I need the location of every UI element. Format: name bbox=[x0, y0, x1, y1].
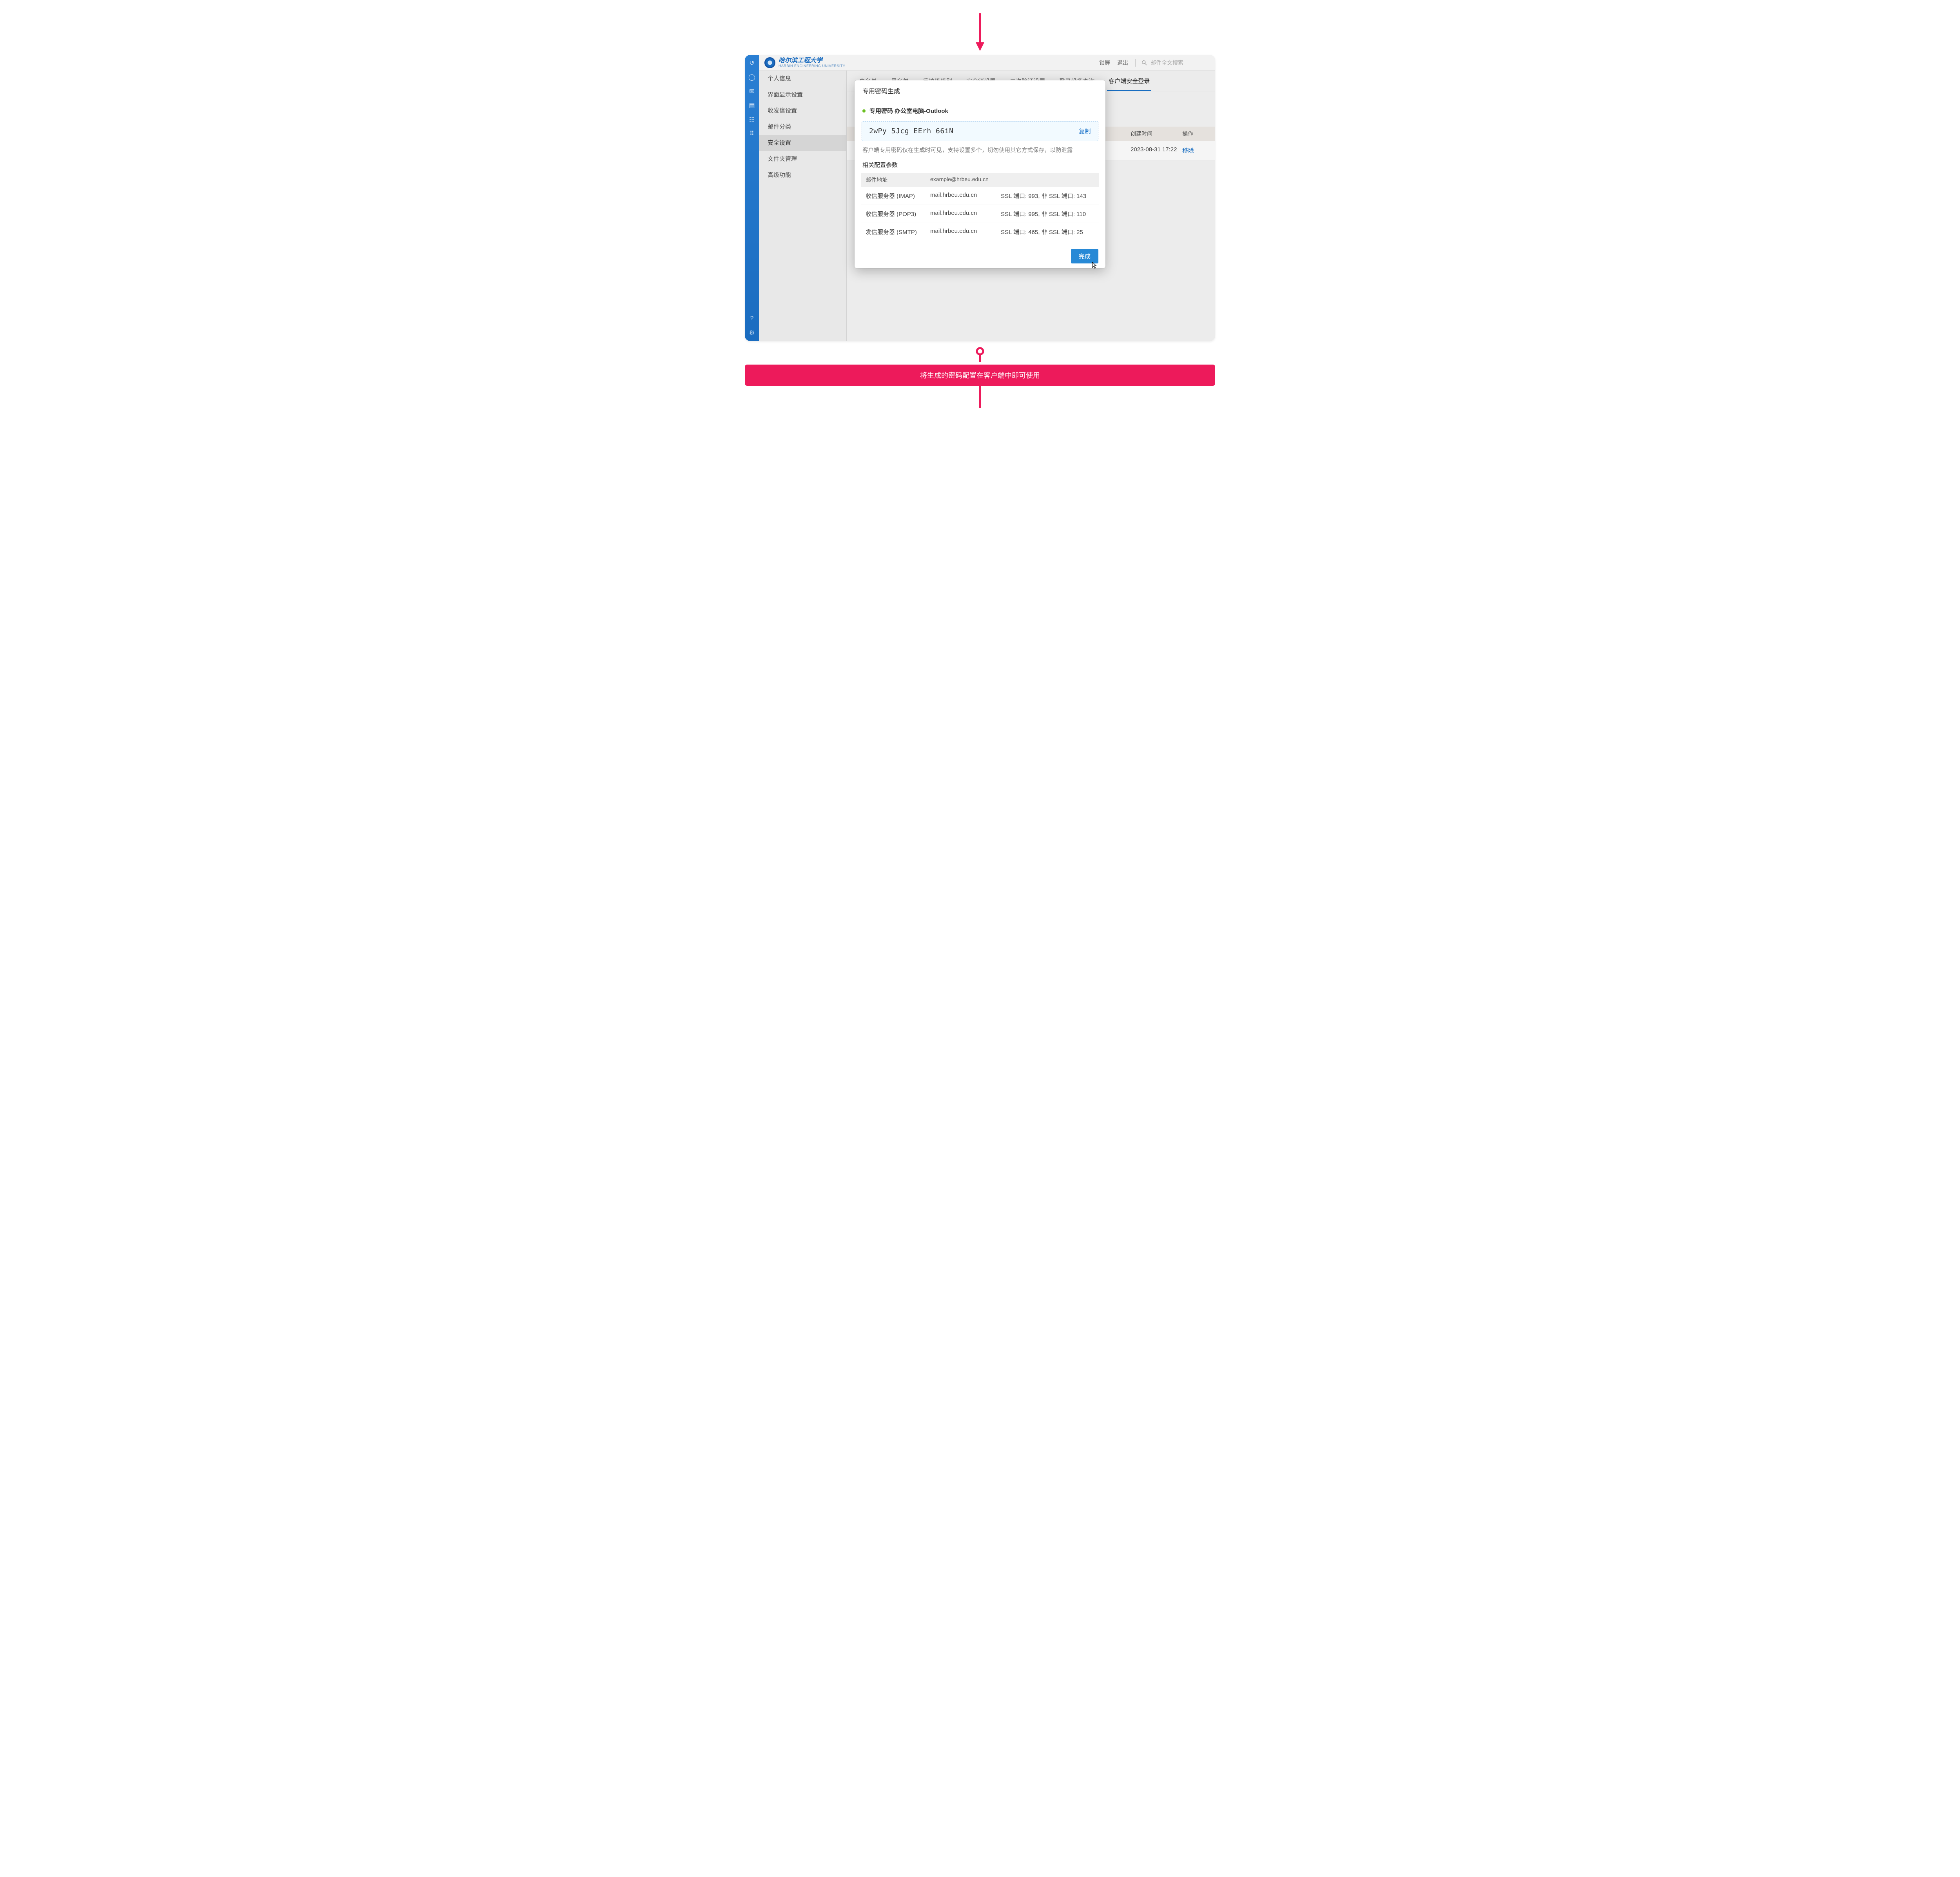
config-params-title: 相关配置参数 bbox=[855, 158, 1105, 173]
cfg-host: mail.hrbeu.edu.cn bbox=[930, 210, 1001, 218]
search-icon bbox=[1141, 60, 1147, 66]
generated-password: 2wPy 5Jcg EErh 66iN bbox=[869, 127, 953, 135]
dialog-footer: 完成 bbox=[855, 244, 1105, 268]
generated-password-box: 2wPy 5Jcg EErh 66iN 复制 bbox=[862, 121, 1098, 141]
app-window: ↺ ◯ ✉ ▤ ☷ ⠿ ? ⚙ 哈尔滨工程大学 HARBIN ENGINEERI… bbox=[745, 55, 1215, 341]
copy-link[interactable]: 复制 bbox=[1079, 127, 1091, 135]
contacts-icon[interactable]: ☷ bbox=[748, 115, 756, 124]
lock-screen-link[interactable]: 锁屏 bbox=[1099, 59, 1110, 67]
compose-icon[interactable]: ◯ bbox=[748, 73, 756, 82]
config-table: 邮件地址 example@hrbeu.edu.cn 收信服务器 (IMAP)ma… bbox=[855, 173, 1105, 244]
cursor-icon bbox=[1090, 261, 1098, 270]
cfg-row-0: 收信服务器 (IMAP)mail.hrbeu.edu.cnSSL 端口: 993… bbox=[861, 187, 1099, 205]
cfg-label: 收信服务器 (IMAP) bbox=[866, 192, 930, 200]
cfg-head-label: 邮件地址 bbox=[866, 176, 930, 184]
cfg-ports: SSL 端口: 995, 非 SSL 端口: 110 bbox=[1001, 210, 1094, 218]
cfg-host: mail.hrbeu.edu.cn bbox=[930, 192, 1001, 200]
icon-rail: ↺ ◯ ✉ ▤ ☷ ⠿ ? ⚙ bbox=[745, 55, 759, 341]
settings-icon[interactable]: ⚙ bbox=[748, 329, 756, 337]
dialog-title: 专用密码生成 bbox=[855, 80, 1105, 101]
mail-icon[interactable]: ✉ bbox=[748, 87, 756, 96]
connector bbox=[0, 347, 1960, 362]
folder-icon[interactable]: ▤ bbox=[748, 101, 756, 110]
brand-sub: HARBIN ENGINEERING UNIVERSITY bbox=[779, 64, 846, 68]
password-dialog: 专用密码生成 专用密码 办公室电脑-Outlook 2wPy 5Jcg EErh… bbox=[855, 80, 1105, 268]
brand-name: 哈尔滨工程大学 bbox=[779, 58, 846, 64]
help-icon[interactable]: ? bbox=[748, 314, 756, 323]
cfg-row-2: 发信服务器 (SMTP)mail.hrbeu.edu.cnSSL 端口: 465… bbox=[861, 223, 1099, 241]
apps-icon[interactable]: ⠿ bbox=[748, 129, 756, 138]
topbar: 哈尔滨工程大学 HARBIN ENGINEERING UNIVERSITY 锁屏… bbox=[759, 55, 1215, 71]
dialog-subtitle-row: 专用密码 办公室电脑-Outlook bbox=[855, 101, 1105, 119]
logout-link[interactable]: 退出 bbox=[1117, 59, 1128, 67]
instruction-callout: 将生成的密码配置在客户端中即可使用 bbox=[745, 365, 1215, 386]
brand-badge-icon bbox=[764, 57, 775, 68]
cfg-host: mail.hrbeu.edu.cn bbox=[930, 228, 1001, 236]
search-placeholder: 邮件全文搜索 bbox=[1151, 59, 1183, 67]
status-dot-icon bbox=[862, 109, 866, 113]
undo-icon[interactable]: ↺ bbox=[748, 59, 756, 67]
cfg-row-1: 收信服务器 (POP3)mail.hrbeu.edu.cnSSL 端口: 995… bbox=[861, 205, 1099, 223]
cfg-head-value: example@hrbeu.edu.cn bbox=[930, 176, 1001, 184]
cfg-ports: SSL 端口: 465, 非 SSL 端口: 25 bbox=[1001, 228, 1094, 236]
dialog-subtitle: 专用密码 办公室电脑-Outlook bbox=[869, 107, 948, 115]
brand-logo: 哈尔滨工程大学 HARBIN ENGINEERING UNIVERSITY bbox=[764, 57, 846, 68]
pointer-arrow-top bbox=[0, 12, 1960, 51]
callout-stem bbox=[0, 386, 1960, 408]
password-note: 客户端专用密码仅在生成时可见，支持设置多个，切勿使用其它方式保存，以防泄露 bbox=[855, 147, 1105, 158]
cfg-label: 发信服务器 (SMTP) bbox=[866, 228, 930, 236]
search-input[interactable]: 邮件全文搜索 bbox=[1135, 59, 1210, 67]
cfg-ports: SSL 端口: 993, 非 SSL 端口: 143 bbox=[1001, 192, 1094, 200]
cfg-label: 收信服务器 (POP3) bbox=[866, 210, 930, 218]
